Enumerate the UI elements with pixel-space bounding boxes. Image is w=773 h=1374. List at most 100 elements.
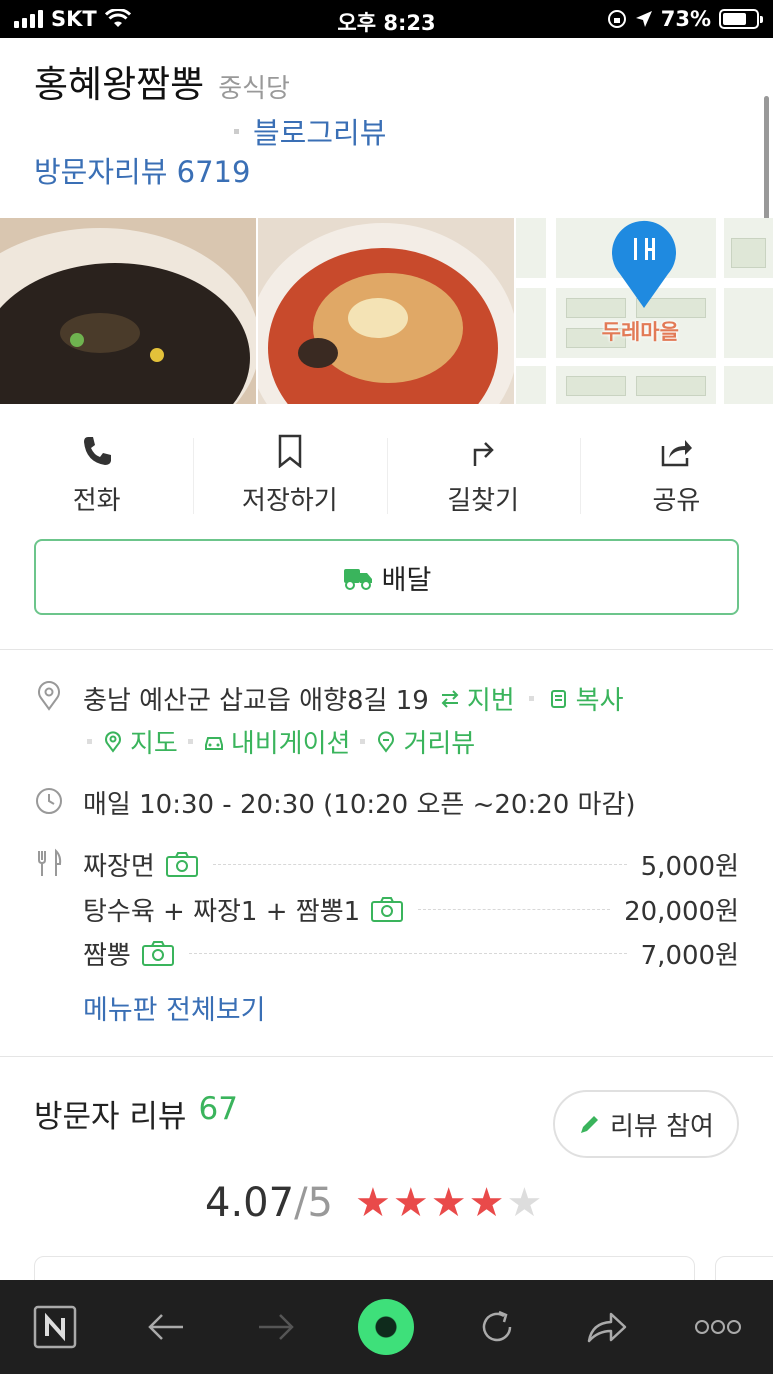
map-pin-icon: [611, 220, 676, 308]
dotted-leader: [418, 908, 611, 910]
rating-score: 4.07: [205, 1180, 295, 1226]
more-dots-icon: [694, 1320, 741, 1334]
star-filled-icon: ★: [468, 1180, 505, 1226]
map-link[interactable]: 지도: [102, 723, 178, 760]
visitor-review-link[interactable]: 방문자리뷰 6719: [34, 149, 250, 191]
delivery-label: 배달: [381, 564, 432, 596]
map-area-label: 두레마을: [601, 320, 679, 344]
streetview-label: 거리뷰: [403, 729, 476, 759]
place-category: 중식당: [218, 74, 290, 104]
action-bar: 전화 저장하기 길찾기 공유: [0, 404, 773, 526]
section-divider: [0, 1056, 773, 1057]
naver-n-icon: [33, 1305, 77, 1349]
camera-icon[interactable]: [141, 939, 175, 967]
camera-icon[interactable]: [165, 850, 199, 878]
battery-percent: 73%: [660, 7, 711, 31]
pencil-icon: [581, 1116, 599, 1133]
star-filled-icon: ★: [355, 1180, 391, 1226]
camera-icon[interactable]: [370, 895, 404, 923]
share-icon: [662, 440, 693, 467]
delivery-button[interactable]: 배달: [34, 539, 739, 615]
browser-toolbar: [0, 1280, 773, 1374]
call-button[interactable]: 전화: [0, 404, 193, 526]
menu-item[interactable]: 탕수육 + 짜장1 + 짬뽕1 20,000원: [83, 889, 739, 929]
directions-button[interactable]: 길찾기: [386, 404, 580, 526]
address-links-row: 지도 내비게이션 거리뷰: [83, 723, 475, 760]
jibun-label: 지번: [466, 686, 515, 716]
save-label: 저장하기: [242, 486, 338, 516]
dotted-leader: [188, 952, 627, 954]
blog-review-link[interactable]: 블로그리뷰: [253, 110, 386, 152]
back-button[interactable]: [136, 1297, 196, 1357]
naver-home-button[interactable]: [25, 1297, 85, 1357]
navigation-label: 내비게이션: [230, 729, 351, 759]
green-dot-icon: [358, 1299, 415, 1355]
visitor-review-count: 67: [198, 1091, 238, 1127]
arrow-left-icon: [147, 1314, 183, 1340]
status-bar: SKT 오후 8:23 73%: [0, 0, 773, 38]
menu-item[interactable]: 짬뽕 7,000원: [83, 933, 739, 973]
section-divider: [0, 649, 773, 650]
photo-jjamppong[interactable]: [258, 218, 514, 404]
visitor-review-title: 방문자 리뷰: [34, 1099, 187, 1135]
streetview-icon: [378, 730, 395, 753]
share-button[interactable]: 공유: [579, 404, 773, 526]
refresh-button[interactable]: [467, 1297, 527, 1357]
separator-dot: [528, 696, 534, 701]
star-filled-icon: ★: [392, 1180, 429, 1226]
navigation-link[interactable]: 내비게이션: [203, 723, 351, 760]
map-link-label: 지도: [130, 729, 178, 759]
copy-icon: [550, 689, 566, 708]
directions-icon: [473, 442, 494, 466]
delivery-truck-icon: [343, 569, 372, 590]
location-arrow-icon: [635, 11, 652, 27]
clock-icon: [36, 788, 62, 814]
map-pin-outline-icon: [105, 730, 121, 753]
car-icon: [204, 736, 223, 750]
jibun-toggle[interactable]: 지번: [439, 680, 515, 717]
menu-item-price: 5,000원: [640, 851, 739, 882]
menu-item-name: 짬뽕: [83, 940, 131, 971]
menu-item[interactable]: 짜장면 5,000원: [83, 844, 739, 884]
share-label: 공유: [652, 486, 701, 516]
star-filled-icon: ★: [430, 1180, 467, 1226]
scrollbar[interactable]: [764, 96, 769, 236]
separator-dot: [360, 739, 366, 744]
directions-label: 길찾기: [447, 486, 519, 516]
location-pin-icon: [38, 681, 60, 711]
address-row: 충남 예산군 삽교읍 애향8길 19 지번 복사: [83, 680, 624, 717]
place-header: 홍혜왕짬뽕 중식당 블로그리뷰 방문자리뷰 6719: [0, 38, 773, 218]
share-page-button[interactable]: [577, 1297, 637, 1357]
view-full-menu-link[interactable]: 메뉴판 전체보기: [83, 988, 265, 1027]
separator-dot: [234, 128, 239, 134]
battery-icon: [719, 9, 763, 29]
more-menu-button[interactable]: [688, 1297, 748, 1357]
visitor-review-heading: 방문자 리뷰 67: [34, 1091, 238, 1136]
streetview-link[interactable]: 거리뷰: [375, 723, 475, 760]
rating-summary: 4.07 /5 ★ ★ ★ ★ ★: [205, 1180, 542, 1226]
separator-dot: [187, 739, 193, 744]
star-empty-icon: ★: [506, 1180, 543, 1226]
utensils-icon: [38, 848, 62, 876]
location-map-thumbnail[interactable]: 두레마을: [515, 218, 773, 404]
write-review-button[interactable]: 리뷰 참여: [553, 1090, 739, 1158]
star-rating: ★ ★ ★ ★ ★: [355, 1183, 542, 1223]
save-button[interactable]: 저장하기: [193, 404, 386, 526]
rating-max: /5: [294, 1180, 333, 1226]
menu-item-name: 짜장면: [83, 851, 155, 882]
address-text: 충남 예산군 삽교읍 애향8길 19: [83, 686, 429, 716]
green-dot-button[interactable]: [356, 1297, 416, 1357]
menu-item-name: 탕수육 + 짜장1 + 짬뽕1: [83, 896, 361, 927]
copy-address-button[interactable]: 복사: [548, 680, 624, 717]
separator-dot: [87, 739, 92, 744]
copy-label: 복사: [575, 686, 624, 716]
menu-item-price: 20,000원: [624, 896, 739, 927]
dotted-leader: [212, 863, 627, 865]
menu-item-price: 7,000원: [640, 940, 739, 971]
photo-jajangmyeon[interactable]: [0, 218, 257, 404]
forward-button[interactable]: [246, 1297, 306, 1357]
place-name: 홍혜왕짬뽕: [34, 63, 205, 106]
photo-strip: 두레마을: [0, 218, 773, 404]
swap-icon: [441, 689, 459, 708]
rotation-lock-icon: [607, 10, 626, 28]
